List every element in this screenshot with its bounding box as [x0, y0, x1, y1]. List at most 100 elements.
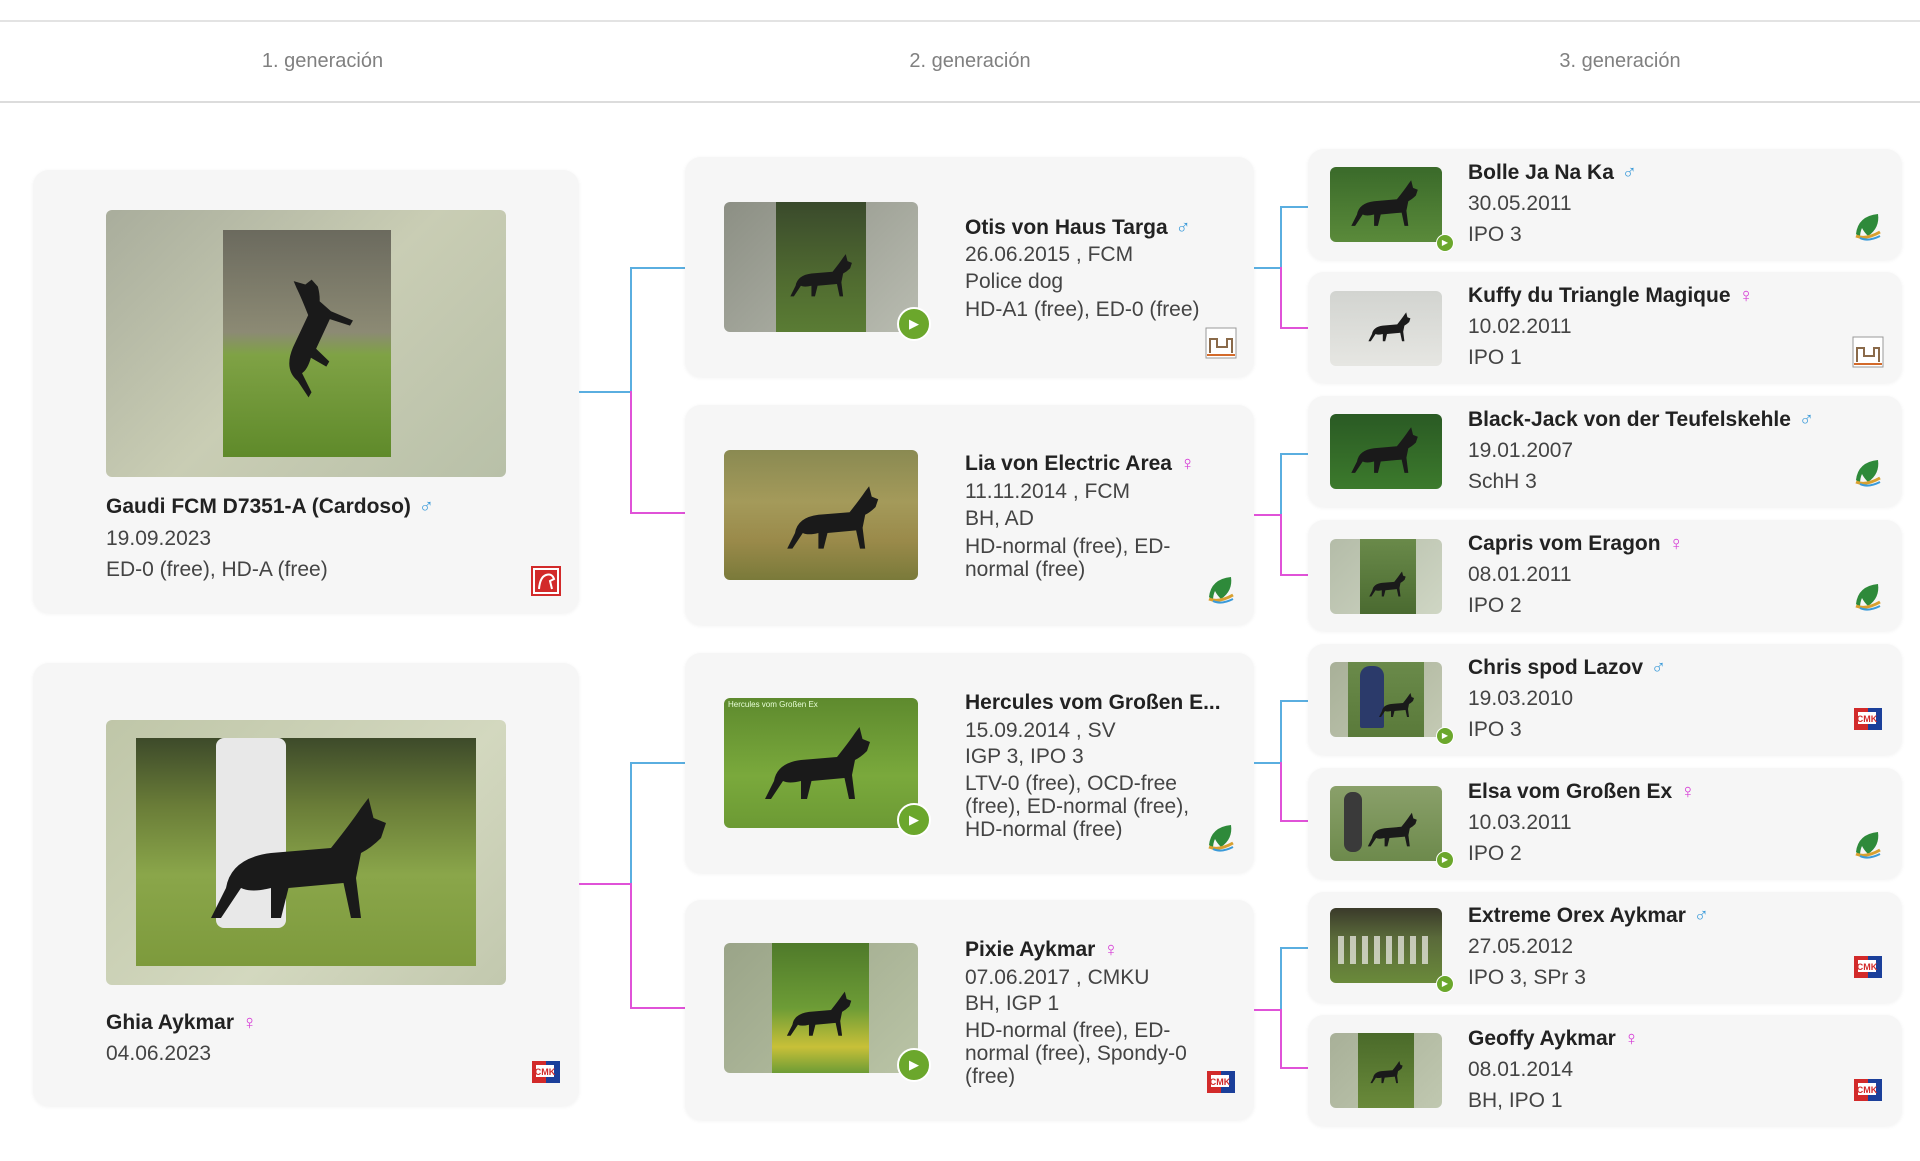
dog-photo[interactable]: [1330, 908, 1442, 983]
dog-card-elsa[interactable]: ▶ Elsa vom Großen Ex ♀ 10.03.2011 IPO 2: [1308, 768, 1902, 879]
dog-name[interactable]: Capris vom Eragon ♀: [1468, 532, 1684, 556]
play-video-button[interactable]: ▶: [897, 1048, 931, 1082]
dog-name[interactable]: Pixie Aykmar ♀: [965, 938, 1118, 962]
generation-2-header: 2. generación: [909, 50, 1031, 72]
dog-card-extreme[interactable]: ▶ Extreme Orex Aykmar ♂ 27.05.2012 IPO 3,…: [1308, 892, 1902, 1003]
dog-titles: Police dog: [965, 270, 1064, 293]
play-video-button[interactable]: ▶: [1436, 727, 1454, 745]
club-logo-icon[interactable]: [530, 565, 562, 597]
dog-name-text[interactable]: Geoffy Aykmar: [1468, 1027, 1616, 1050]
dog-name[interactable]: Bolle Ja Na Ka ♂: [1468, 161, 1637, 185]
dog-birthdate: 27.05.2012: [1468, 935, 1574, 958]
dog-name-text[interactable]: Chris spod Lazov: [1468, 656, 1643, 679]
dog-photo[interactable]: [1330, 662, 1442, 737]
dog-name[interactable]: Gaudi FCM D7351-A (Cardoso) ♂: [106, 495, 434, 519]
dog-name-text[interactable]: Kuffy du Triangle Magique: [1468, 284, 1731, 307]
dog-card-geoffy[interactable]: Geoffy Aykmar ♀ 08.01.2014 BH, IPO 1: [1308, 1015, 1902, 1126]
female-icon: ♀: [1179, 453, 1195, 475]
play-video-button[interactable]: ▶: [897, 307, 931, 341]
play-video-button[interactable]: ▶: [1436, 234, 1454, 252]
dog-photo[interactable]: [1330, 1033, 1442, 1108]
dog-name-text[interactable]: Ghia Aykmar: [106, 1011, 234, 1034]
dog-photo[interactable]: [724, 450, 918, 580]
dog-photo[interactable]: [1330, 291, 1442, 366]
cmku-logo-icon[interactable]: [1852, 950, 1884, 982]
dog-photo[interactable]: [1330, 786, 1442, 861]
dog-card-bolle[interactable]: ▶ Bolle Ja Na Ka ♂ 30.05.2011 IPO 3: [1308, 149, 1902, 260]
dog-silhouette-icon: [1338, 418, 1433, 486]
dog-card-hercules[interactable]: Hercules vom Großen Ex ▶ Hercules vom Gr…: [685, 653, 1254, 873]
dog-card-capris[interactable]: Capris vom Eragon ♀ 08.01.2011 IPO 2: [1308, 520, 1902, 631]
dog-name[interactable]: Hercules vom Großen E...: [965, 691, 1221, 715]
leaf-logo-icon[interactable]: [1205, 573, 1237, 605]
dog-name-text[interactable]: Black-Jack von der Teufelskehle: [1468, 408, 1791, 431]
dog-name[interactable]: Otis von Haus Targa ♂: [965, 216, 1191, 240]
dog-name[interactable]: Chris spod Lazov ♂: [1468, 656, 1666, 680]
leaf-logo-icon[interactable]: [1852, 210, 1884, 242]
male-icon: ♂: [1798, 409, 1814, 431]
dog-name-text[interactable]: Hercules vom Großen E...: [965, 691, 1221, 714]
play-video-button[interactable]: ▶: [897, 803, 931, 837]
dog-name-text[interactable]: Extreme Orex Aykmar: [1468, 904, 1686, 927]
leaf-logo-icon[interactable]: [1205, 821, 1237, 853]
male-icon: ♂: [1175, 217, 1191, 239]
dog-photo[interactable]: [1330, 414, 1442, 489]
dog-name-text[interactable]: Otis von Haus Targa: [965, 216, 1168, 239]
dog-name[interactable]: Geoffy Aykmar ♀: [1468, 1027, 1639, 1051]
connector: [1280, 947, 1282, 1011]
dog-photo[interactable]: [1330, 167, 1442, 242]
dog-name[interactable]: Extreme Orex Aykmar ♂: [1468, 904, 1709, 928]
connector: [579, 883, 632, 885]
generation-header: 1. generación 2. generación 3. generació…: [0, 22, 1920, 103]
cmku-logo-icon[interactable]: [1205, 1065, 1237, 1097]
dog-photo[interactable]: [106, 210, 506, 477]
cmku-logo-icon[interactable]: [1852, 1073, 1884, 1105]
cmku-logo-icon[interactable]: [530, 1055, 562, 1087]
connector: [630, 762, 685, 764]
dog-name[interactable]: Elsa vom Großen Ex ♀: [1468, 780, 1695, 804]
connector: [1280, 947, 1308, 949]
connector: [1280, 327, 1308, 329]
dog-photo[interactable]: [724, 202, 918, 332]
leaf-logo-icon[interactable]: [1852, 456, 1884, 488]
dog-name[interactable]: Kuffy du Triangle Magique ♀: [1468, 284, 1754, 308]
dog-name-text[interactable]: Pixie Aykmar: [965, 938, 1095, 961]
dog-name-text[interactable]: Capris vom Eragon: [1468, 532, 1661, 555]
dog-photo-image: [1358, 1033, 1414, 1108]
dog-card-otis[interactable]: ▶ Otis von Haus Targa ♂ 26.06.2015 , FCM …: [685, 157, 1254, 377]
dog-titles: BH, IGP 1: [965, 992, 1060, 1015]
dog-card-black-jack[interactable]: Black-Jack von der Teufelskehle ♂ 19.01.2…: [1308, 396, 1902, 507]
dog-photo[interactable]: [724, 943, 918, 1073]
play-video-button[interactable]: ▶: [1436, 975, 1454, 993]
dog-name-text[interactable]: Elsa vom Großen Ex: [1468, 780, 1672, 803]
dog-card-ghia[interactable]: Ghia Aykmar ♀ 04.06.2023: [33, 663, 579, 1106]
dog-card-pixie[interactable]: ▶ Pixie Aykmar ♀ 07.06.2017 , CMKU BH, IG…: [685, 900, 1254, 1120]
dog-card-kuffy[interactable]: Kuffy du Triangle Magique ♀ 10.02.2011 IP…: [1308, 272, 1902, 383]
dog-name[interactable]: Lia von Electric Area ♀: [965, 452, 1195, 476]
dog-card-gaudi[interactable]: Gaudi FCM D7351-A (Cardoso) ♂ 19.09.2023 …: [33, 170, 579, 613]
leaf-logo-icon[interactable]: [1852, 828, 1884, 860]
connector: [1280, 1067, 1308, 1069]
dog-name-text[interactable]: Bolle Ja Na Ka: [1468, 161, 1614, 184]
female-icon: ♀: [1738, 285, 1754, 307]
dog-titles: IPO 3: [1468, 223, 1522, 246]
dog-name-text[interactable]: Gaudi FCM D7351-A (Cardoso): [106, 495, 411, 518]
connector: [630, 883, 632, 1008]
dog-card-lia[interactable]: Lia von Electric Area ♀ 11.11.2014 , FCM …: [685, 405, 1254, 625]
dog-name[interactable]: Ghia Aykmar ♀: [106, 1011, 257, 1035]
kennel-logo-icon[interactable]: [1205, 327, 1237, 359]
kennel-logo-icon[interactable]: [1852, 336, 1884, 368]
dog-photo[interactable]: [106, 720, 506, 985]
play-video-button[interactable]: ▶: [1436, 851, 1454, 869]
dog-photo-image: [776, 202, 866, 332]
female-icon: ♀: [1680, 781, 1696, 803]
leaf-logo-icon[interactable]: [1852, 580, 1884, 612]
female-icon: ♀: [1623, 1028, 1639, 1050]
dog-card-chris[interactable]: ▶ Chris spod Lazov ♂ 19.03.2010 IPO 3: [1308, 644, 1902, 755]
dog-silhouette-icon: [1360, 295, 1420, 361]
dog-photo[interactable]: Hercules vom Großen Ex: [724, 698, 918, 828]
dog-photo[interactable]: [1330, 539, 1442, 614]
dog-name[interactable]: Black-Jack von der Teufelskehle ♂: [1468, 408, 1814, 432]
dog-name-text[interactable]: Lia von Electric Area: [965, 452, 1172, 475]
cmku-logo-icon[interactable]: [1852, 702, 1884, 734]
